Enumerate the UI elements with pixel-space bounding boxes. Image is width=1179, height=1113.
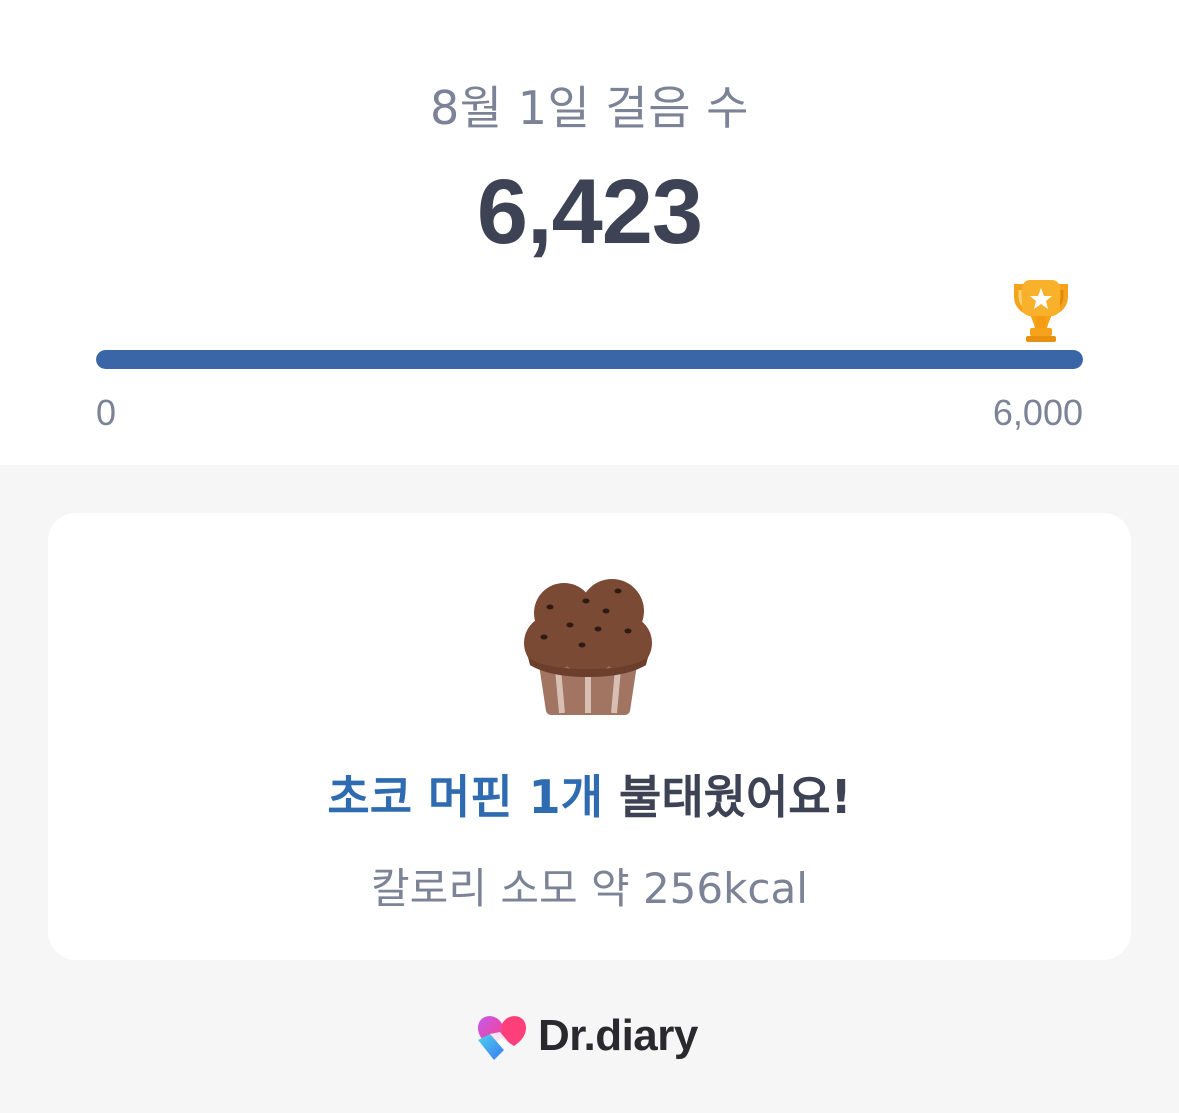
- step-summary-panel: 8월 1일 걸음 수 6,423 0 6,000: [0, 0, 1179, 465]
- brand-name: Dr.diary: [538, 1011, 698, 1060]
- steps-progress-fill: [96, 350, 1083, 369]
- steps-progress-bar: [96, 350, 1083, 369]
- muffin-icon: [524, 579, 652, 715]
- progress-min-label: 0: [96, 392, 117, 433]
- progress-max-label: 6,000: [992, 392, 1083, 433]
- burn-message-suffix: 불태웠어요!: [603, 770, 852, 824]
- burned-food-highlight: 초코 머핀 1개: [327, 770, 604, 824]
- calorie-burn-card: 초코 머핀 1개 불태웠어요! 칼로리 소모 약 256kcal: [48, 513, 1131, 960]
- calorie-consumption-text: 칼로리 소모 약 256kcal: [371, 864, 808, 913]
- brand-footer: Dr.diary: [474, 1008, 698, 1064]
- burn-message: 초코 머핀 1개 불태웠어요!: [48, 761, 1131, 827]
- heart-logo-icon: [478, 1016, 526, 1060]
- step-count-value: 6,423: [476, 161, 703, 263]
- steps-date-title: 8월 1일 걸음 수: [430, 81, 749, 135]
- trophy-icon: [1014, 280, 1068, 342]
